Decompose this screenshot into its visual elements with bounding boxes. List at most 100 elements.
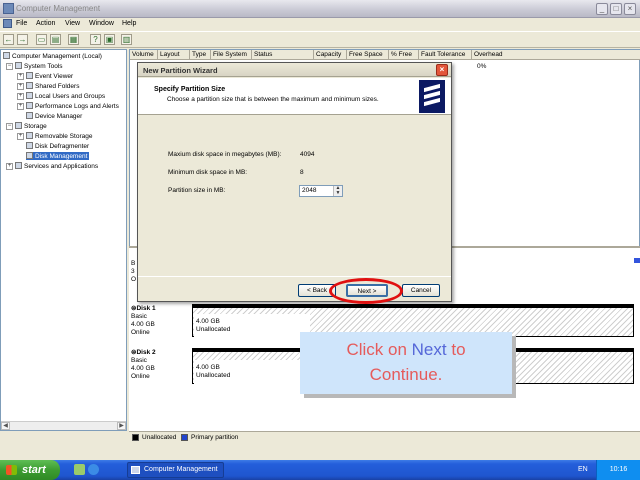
- help-icon[interactable]: ?: [90, 34, 101, 45]
- disk-1-label[interactable]: ⊜Disk 1 Basic 4.00 GB Online: [131, 305, 156, 337]
- tree-node-disk-management[interactable]: Disk Management: [26, 152, 90, 160]
- show-desktop-icon[interactable]: [74, 464, 85, 475]
- computer-management-icon: [131, 466, 140, 474]
- maximize-button[interactable]: □: [610, 3, 622, 15]
- primary-partition-swatch: [181, 434, 188, 441]
- properties-icon[interactable]: ▦: [68, 34, 79, 45]
- partition-size-input[interactable]: 2048: [302, 187, 316, 194]
- expand-icon[interactable]: +: [17, 93, 24, 100]
- expand-icon[interactable]: +: [6, 163, 13, 170]
- menu-window[interactable]: Window: [89, 20, 114, 27]
- tree-node-removable-storage[interactable]: Removable Storage: [26, 132, 92, 140]
- dialog-heading: Specify Partition Size: [154, 86, 226, 93]
- col-percent-free[interactable]: % Free: [389, 50, 419, 60]
- collapse-icon[interactable]: −: [6, 63, 13, 70]
- dialog-subheading: Choose a partition size that is between …: [167, 96, 379, 103]
- col-type[interactable]: Type: [190, 50, 211, 60]
- expand-icon[interactable]: +: [17, 103, 24, 110]
- dialog-separator: [138, 276, 451, 277]
- storage-icon: [15, 122, 22, 129]
- col-overhead[interactable]: Overhead: [472, 50, 640, 60]
- forward-arrow-icon[interactable]: →: [17, 34, 28, 45]
- dialog-close-icon[interactable]: ×: [436, 64, 448, 76]
- menu-help[interactable]: Help: [122, 20, 136, 27]
- disk-management-icon: [26, 152, 33, 159]
- tree-node-services[interactable]: Services and Applications: [15, 162, 98, 170]
- tree-node-system-tools[interactable]: System Tools: [15, 62, 63, 70]
- disk-0-label[interactable]: B 3 O: [131, 260, 137, 284]
- collapse-icon[interactable]: −: [6, 123, 13, 130]
- menu-action[interactable]: Action: [36, 20, 55, 27]
- menu-bar: File Action View Window Help: [0, 18, 640, 31]
- defragmenter-icon: [26, 142, 33, 149]
- col-layout[interactable]: Layout: [158, 50, 190, 60]
- tree-node-root[interactable]: Computer Management (Local): [3, 52, 102, 60]
- tree-node-disk-defragmenter[interactable]: Disk Defragmenter: [26, 142, 89, 150]
- close-button[interactable]: ×: [624, 3, 636, 15]
- col-free-space[interactable]: Free Space: [347, 50, 389, 60]
- tree-node-performance-logs[interactable]: Performance Logs and Alerts: [26, 102, 119, 110]
- console-tree: Computer Management (Local) − System Too…: [0, 49, 127, 431]
- callout-highlight: Next: [411, 340, 447, 359]
- scroll-right-icon[interactable]: ▶: [117, 422, 126, 430]
- taskbar-computer-management[interactable]: Computer Management: [127, 462, 224, 478]
- col-fault-tolerance[interactable]: Fault Tolerance: [419, 50, 472, 60]
- tree-node-event-viewer[interactable]: Event Viewer: [26, 72, 73, 80]
- col-capacity[interactable]: Capacity: [314, 50, 347, 60]
- instruction-callout: Click on Next to Continue.: [300, 332, 512, 394]
- toolbar: ← → ▭ ▤ ▦ ? ▣ ▥: [0, 31, 640, 48]
- scroll-left-icon[interactable]: ◀: [1, 422, 10, 430]
- up-folder-icon[interactable]: ▭: [36, 34, 47, 45]
- export-icon[interactable]: ▣: [104, 34, 115, 45]
- overhead-value: 0%: [477, 63, 487, 70]
- system-clock[interactable]: 10:16: [596, 460, 640, 480]
- tools-icon: [15, 62, 22, 69]
- performance-icon: [26, 102, 33, 109]
- folder-icon: [26, 82, 33, 89]
- event-viewer-icon: [26, 72, 33, 79]
- col-file-system[interactable]: File System: [211, 50, 252, 60]
- max-size-label: Maxium disk space in megabytes (MB):: [168, 151, 282, 158]
- show-hide-tree-icon[interactable]: ▤: [50, 34, 61, 45]
- min-size-label: Minimum disk space in MB:: [168, 169, 248, 176]
- unallocated-swatch: [132, 434, 139, 441]
- new-partition-wizard: New Partition Wizard × Specify Partition…: [137, 62, 452, 302]
- window-title: Computer Management: [16, 4, 101, 13]
- volume-color-bar: [634, 258, 640, 263]
- partition-size-stepper[interactable]: 2048 ▲ ▼: [299, 185, 343, 197]
- windows-logo-icon: [6, 465, 17, 475]
- minimize-button[interactable]: _: [596, 3, 608, 15]
- mmc-icon: [3, 19, 12, 28]
- min-size-value: 8: [300, 169, 304, 176]
- tree-node-shared-folders[interactable]: Shared Folders: [26, 82, 79, 90]
- disk-2-label[interactable]: ⊜Disk 2 Basic 4.00 GB Online: [131, 349, 156, 381]
- tree-node-device-manager[interactable]: Device Manager: [26, 112, 82, 120]
- col-volume[interactable]: Volume: [130, 50, 158, 60]
- disk-stack-icon: [419, 80, 445, 113]
- expand-icon[interactable]: +: [17, 133, 24, 140]
- menu-view[interactable]: View: [65, 20, 80, 27]
- legend-unallocated: Unallocated: [142, 434, 177, 441]
- max-size-value: 4094: [300, 151, 315, 158]
- services-icon: [15, 162, 22, 169]
- spin-down-icon[interactable]: ▼: [333, 191, 342, 196]
- removable-storage-icon: [26, 132, 33, 139]
- expand-icon[interactable]: +: [17, 73, 24, 80]
- tree-node-storage[interactable]: Storage: [15, 122, 47, 130]
- tree-node-local-users[interactable]: Local Users and Groups: [26, 92, 105, 100]
- menu-file[interactable]: File: [16, 20, 27, 27]
- col-status[interactable]: Status: [252, 50, 314, 60]
- view-icon[interactable]: ▥: [121, 34, 132, 45]
- language-indicator[interactable]: EN: [578, 460, 588, 480]
- back-arrow-icon[interactable]: ←: [3, 34, 14, 45]
- start-button[interactable]: start: [0, 460, 60, 480]
- cancel-button[interactable]: Cancel: [402, 284, 440, 297]
- internet-explorer-icon[interactable]: [88, 464, 99, 475]
- title-bar: Computer Management _ □ ×: [0, 0, 640, 18]
- expand-icon[interactable]: +: [17, 83, 24, 90]
- computer-management-icon: [3, 3, 14, 14]
- dialog-title-bar: New Partition Wizard ×: [138, 63, 451, 77]
- legend-bar: Unallocated Primary partition: [129, 431, 640, 442]
- highlight-oval: [329, 278, 403, 304]
- tree-horizontal-scrollbar[interactable]: ◀ ▶: [1, 421, 126, 430]
